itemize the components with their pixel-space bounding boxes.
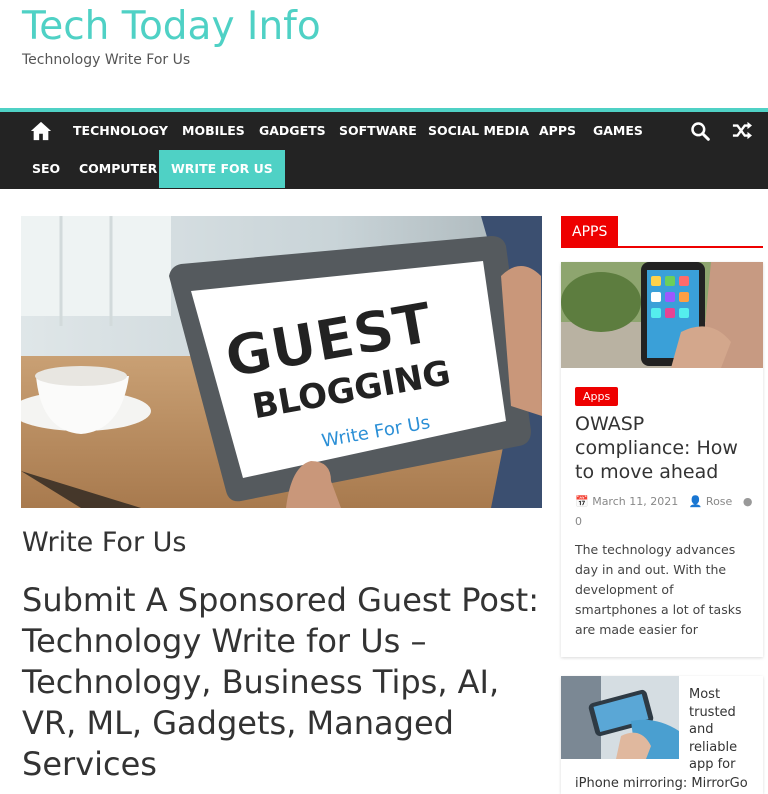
author-icon: 👤 (688, 495, 703, 508)
nav-item-seo[interactable]: SEO (32, 150, 60, 188)
nav-item-gadgets[interactable]: GADGETS (259, 112, 326, 150)
site-description: Technology Write For Us (22, 52, 191, 68)
comment-icon: ● (742, 495, 753, 508)
apps-widget-title[interactable]: APPS (561, 216, 619, 248)
post-date[interactable]: March 11, 2021 (592, 495, 678, 508)
second-app-title-part1[interactable]: Most trusted and reliable app for (689, 686, 759, 774)
main-navigation: TECHNOLOGY MOBILES GADGETS SOFTWARE SOCI… (0, 112, 768, 189)
calendar-icon: 📅 (575, 495, 589, 508)
post-category[interactable]: Write For Us (22, 527, 186, 558)
random-post-icon[interactable] (731, 121, 753, 141)
featured-app-excerpt: The technology advances day in and out. … (575, 542, 742, 637)
site-title[interactable]: Tech Today Info (22, 4, 321, 50)
post-title[interactable]: Submit A Sponsored Guest Post: Technolog… (22, 580, 542, 785)
featured-image[interactable]: GUEST BLOGGING Write For Us (21, 216, 542, 508)
nav-item-software[interactable]: SOFTWARE (339, 112, 417, 150)
nav-item-games[interactable]: GAMES (593, 112, 643, 150)
second-app-card: Most trusted and reliable app for iPhone… (561, 676, 763, 794)
apps-widget-header: APPS (561, 216, 763, 248)
nav-item-computer[interactable]: COMPUTER (79, 150, 157, 188)
search-icon[interactable] (690, 121, 710, 141)
nav-item-social-media[interactable]: SOCIAL MEDIA (428, 112, 529, 150)
category-badge[interactable]: Apps (575, 387, 619, 406)
nav-item-mobiles[interactable]: MOBILES (182, 112, 245, 150)
featured-app-title[interactable]: OWASP compliance: How to move ahead (575, 412, 759, 484)
nav-item-technology[interactable]: TECHNOLOGY (73, 112, 168, 150)
home-icon[interactable] (30, 120, 52, 142)
comment-count[interactable]: 0 (575, 515, 582, 528)
featured-app-image[interactable] (561, 262, 763, 368)
post-meta: 📅 March 11, 2021 👤 Rose ● 0 (575, 492, 759, 532)
post-author[interactable]: Rose (706, 495, 732, 508)
second-app-image[interactable] (561, 676, 679, 759)
nav-item-apps[interactable]: APPS (539, 112, 576, 150)
second-app-title-part2[interactable]: iPhone mirroring: MirrorGo (575, 776, 761, 791)
nav-item-write-for-us[interactable]: WRITE FOR US (159, 150, 285, 188)
featured-app-card: Apps OWASP compliance: How to move ahead… (561, 262, 763, 657)
